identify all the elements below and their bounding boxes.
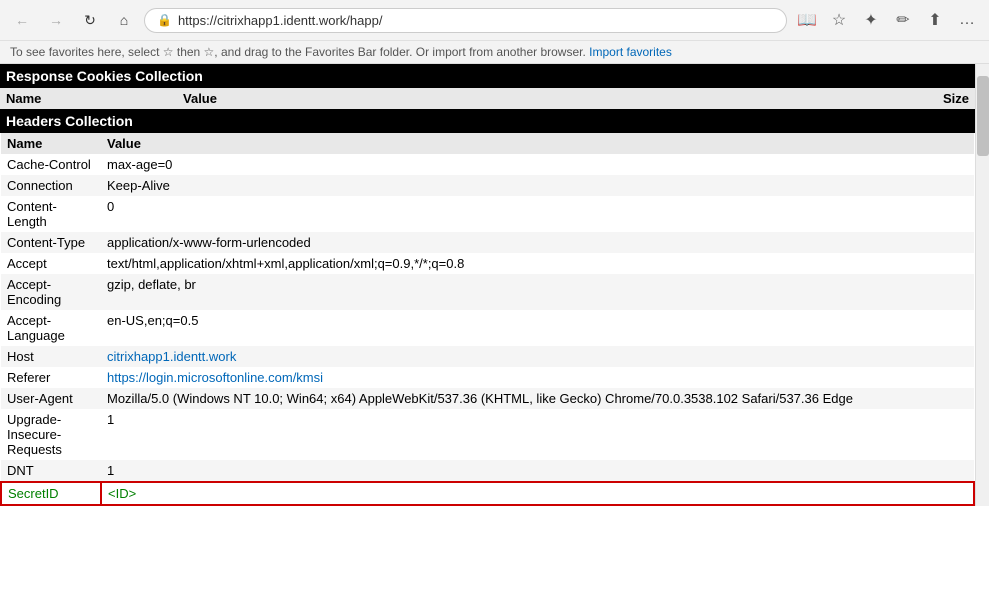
header-value-cell: en-US,en;q=0.5 — [101, 310, 974, 346]
cookies-section: Response Cookies Collection Name Value S… — [0, 64, 975, 109]
table-row: Accept-Encodinggzip, deflate, br — [1, 274, 974, 310]
scrollbar-thumb[interactable] — [977, 76, 989, 156]
header-value-cell: 1 — [101, 409, 974, 460]
header-value-cell: citrixhapp1.identt.work — [101, 346, 974, 367]
settings-icon[interactable]: … — [953, 6, 981, 34]
address-bar[interactable]: 🔒 https://citrixhapp1.identt.work/happ/ — [144, 8, 787, 33]
collections-icon[interactable]: ✦ — [857, 6, 885, 34]
table-row: Accept-Languageen-US,en;q=0.5 — [1, 310, 974, 346]
headers-col-value: Value — [101, 133, 974, 154]
header-value-cell: max-age=0 — [101, 154, 974, 175]
headers-section: Headers Collection Name Value Cache-Cont… — [0, 109, 975, 506]
header-value-cell: gzip, deflate, br — [101, 274, 974, 310]
favorites-bar-text: To see favorites here, select — [10, 45, 163, 59]
share-icon[interactable]: ⬆ — [921, 6, 949, 34]
favorites-bar: To see favorites here, select ☆ then ☆, … — [0, 40, 989, 63]
header-name-cell: Referer — [1, 367, 101, 388]
cookies-col-size: Size — [300, 88, 975, 109]
table-row: Content-Length0 — [1, 196, 974, 232]
header-name-cell: User-Agent — [1, 388, 101, 409]
table-row: Content-Typeapplication/x-www-form-urlen… — [1, 232, 974, 253]
table-row: DNT1 — [1, 460, 974, 482]
import-favorites-link[interactable]: Import favorites — [589, 45, 672, 59]
header-name-cell: Accept-Encoding — [1, 274, 101, 310]
toolbar-icons: 📖 ☆ ✦ ✏ ⬆ … — [793, 6, 981, 34]
table-row: Accepttext/html,application/xhtml+xml,ap… — [1, 253, 974, 274]
header-name-cell: Content-Length — [1, 196, 101, 232]
header-value-cell: https://login.microsoftonline.com/kmsi — [101, 367, 974, 388]
header-value-cell: <ID> — [101, 482, 974, 505]
header-name-cell: Cache-Control — [1, 154, 101, 175]
table-row: User-AgentMozilla/5.0 (Windows NT 10.0; … — [1, 388, 974, 409]
header-value-cell: Keep-Alive — [101, 175, 974, 196]
header-value-cell: 0 — [101, 196, 974, 232]
header-name-cell: DNT — [1, 460, 101, 482]
cookies-table: Name Value Size — [0, 88, 975, 109]
header-name-cell: Accept — [1, 253, 101, 274]
table-row: Refererhttps://login.microsoftonline.com… — [1, 367, 974, 388]
notes-icon[interactable]: ✏ — [889, 6, 917, 34]
header-name-cell: Content-Type — [1, 232, 101, 253]
back-button[interactable]: ← — [8, 6, 36, 34]
header-value-cell: application/x-www-form-urlencoded — [101, 232, 974, 253]
headers-table: Name Value Cache-Controlmax-age=0Connect… — [0, 133, 975, 506]
lock-icon: 🔒 — [157, 13, 172, 27]
header-name-cell: Host — [1, 346, 101, 367]
page-content: Response Cookies Collection Name Value S… — [0, 64, 989, 506]
nav-bar: ← → ↻ ⌂ 🔒 https://citrixhapp1.identt.wor… — [0, 0, 989, 40]
favorites-bar-middle: then ☆, and drag to the Favorites Bar fo… — [177, 45, 586, 59]
cookies-section-header: Response Cookies Collection — [0, 64, 975, 88]
cookies-col-value: Value — [100, 88, 300, 109]
header-name-cell: Accept-Language — [1, 310, 101, 346]
url-input[interactable]: https://citrixhapp1.identt.work/happ/ — [178, 13, 774, 28]
refresh-button[interactable]: ↻ — [76, 6, 104, 34]
reading-view-icon[interactable]: 📖 — [793, 6, 821, 34]
table-row: Upgrade-Insecure-Requests1 — [1, 409, 974, 460]
table-row: Cache-Controlmax-age=0 — [1, 154, 974, 175]
header-name-cell: Connection — [1, 175, 101, 196]
browser-chrome: ← → ↻ ⌂ 🔒 https://citrixhapp1.identt.wor… — [0, 0, 989, 64]
table-row: Hostcitrixhapp1.identt.work — [1, 346, 974, 367]
headers-col-name: Name — [1, 133, 101, 154]
content-area: Response Cookies Collection Name Value S… — [0, 64, 975, 506]
favorites-icon[interactable]: ☆ — [825, 6, 853, 34]
home-button[interactable]: ⌂ — [110, 6, 138, 34]
header-name-cell: Upgrade-Insecure-Requests — [1, 409, 101, 460]
table-row: ConnectionKeep-Alive — [1, 175, 974, 196]
table-row: SecretID<ID> — [1, 482, 974, 505]
header-value-cell: 1 — [101, 460, 974, 482]
favorites-star-icon: ☆ — [163, 45, 174, 59]
forward-button[interactable]: → — [42, 6, 70, 34]
header-value-cell: text/html,application/xhtml+xml,applicat… — [101, 253, 974, 274]
header-value-cell: Mozilla/5.0 (Windows NT 10.0; Win64; x64… — [101, 388, 974, 409]
scrollbar[interactable] — [975, 64, 989, 506]
header-name-cell: SecretID — [1, 482, 101, 505]
cookies-col-name: Name — [0, 88, 100, 109]
headers-section-header: Headers Collection — [0, 109, 975, 133]
